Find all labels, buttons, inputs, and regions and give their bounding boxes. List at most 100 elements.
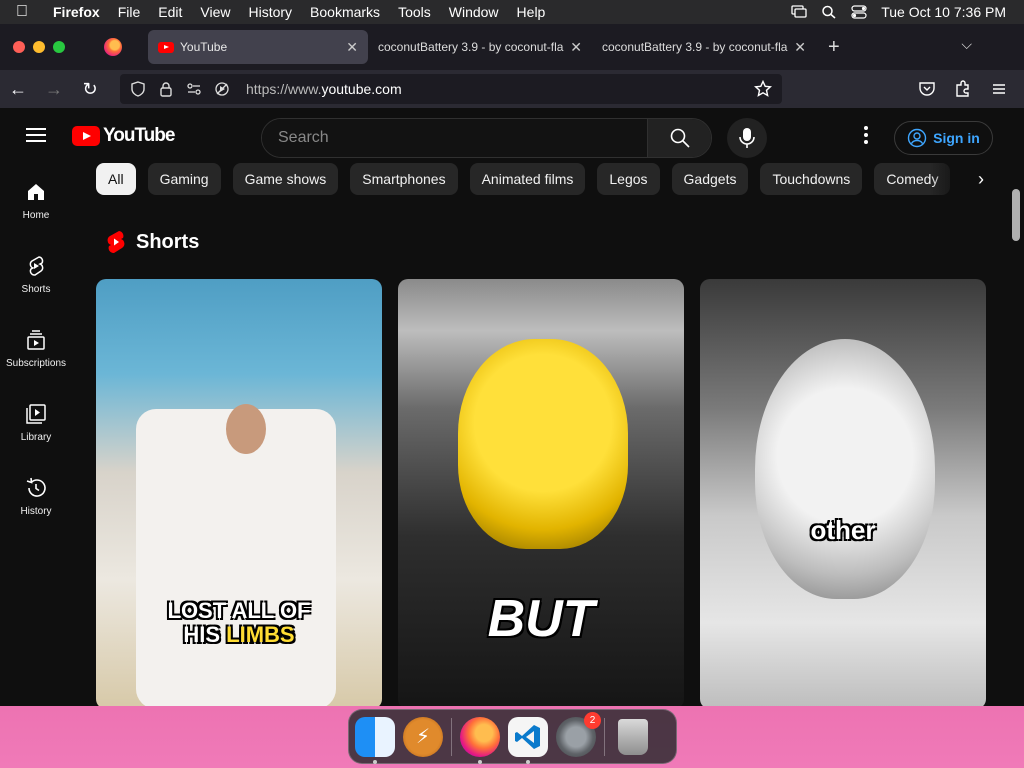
search-icon xyxy=(670,128,690,148)
chip-gaming[interactable]: Gaming xyxy=(147,163,221,195)
guide-item-library[interactable]: Library xyxy=(0,386,72,460)
address-bar[interactable]: https://www.youtube.com xyxy=(120,74,782,104)
guide-item-home[interactable]: Home xyxy=(0,164,72,238)
menu-bookmarks[interactable]: Bookmarks xyxy=(301,4,389,20)
tab-title: YouTube xyxy=(180,40,228,54)
menu-file[interactable]: File xyxy=(109,4,150,20)
tab-youtube[interactable]: YouTube ✕ xyxy=(148,30,368,64)
forward-button[interactable]: → xyxy=(36,79,72,100)
overlay-highlight-word: LIMBS xyxy=(226,622,295,647)
screen-mirroring-icon[interactable] xyxy=(791,5,807,19)
menu-app-name[interactable]: Firefox xyxy=(44,4,109,20)
short-thumbnail-1[interactable]: LOST ALL OF HIS LIMBS xyxy=(96,279,382,706)
overlay-word: HIS xyxy=(183,622,227,647)
short-thumbnail-3[interactable]: other xyxy=(700,279,986,706)
close-tab-icon[interactable]: ✕ xyxy=(570,39,582,56)
menubar-status: Tue Oct 10 7:36 PM xyxy=(791,4,1024,20)
shorts-icon xyxy=(29,256,44,276)
short-overlay-text: LOST ALL OF HIS LIMBS xyxy=(96,599,382,647)
menu-view[interactable]: View xyxy=(191,4,239,20)
sign-in-button[interactable]: Sign in xyxy=(894,121,993,155)
search-input[interactable] xyxy=(262,119,647,157)
chip-all[interactable]: All xyxy=(96,163,136,195)
shorts-logo-icon xyxy=(107,231,125,254)
firefox-window: YouTube ✕ coconutBattery 3.9 - by coconu… xyxy=(0,24,1024,706)
hamburger-menu-icon[interactable] xyxy=(990,80,1008,98)
menu-window[interactable]: Window xyxy=(440,4,508,20)
chip-touchdowns[interactable]: Touchdowns xyxy=(760,163,863,195)
history-icon xyxy=(26,477,46,497)
dock-reeder-icon[interactable]: ⚡ xyxy=(403,716,443,757)
chip-legos[interactable]: Legos xyxy=(597,163,660,195)
running-indicator xyxy=(478,759,482,764)
dock-firefox-icon[interactable] xyxy=(460,716,500,764)
url-text: https://www.youtube.com xyxy=(246,81,402,97)
subscriptions-icon xyxy=(27,330,45,350)
category-chips: All Gaming Game shows Smartphones Animat… xyxy=(96,163,996,195)
shorts-shelf-title: Shorts xyxy=(136,230,200,253)
menubar-clock[interactable]: Tue Oct 10 7:36 PM xyxy=(881,4,1006,20)
menu-tools[interactable]: Tools xyxy=(389,4,440,20)
spotlight-search-icon[interactable] xyxy=(821,5,837,19)
guide-menu-icon[interactable] xyxy=(26,128,46,142)
menu-edit[interactable]: Edit xyxy=(149,4,191,20)
youtube-page: YouTube Sign in Home xyxy=(0,108,1024,706)
chip-smartphones[interactable]: Smartphones xyxy=(350,163,458,195)
microphone-icon xyxy=(739,128,755,148)
tab-title: coconutBattery 3.9 - by coconut-fla xyxy=(602,40,788,54)
new-tab-button[interactable]: + xyxy=(828,36,840,59)
tracking-protection-shield-icon[interactable] xyxy=(130,81,146,97)
lightning-icon: ⚡ xyxy=(415,726,431,748)
permissions-icon[interactable] xyxy=(186,81,202,97)
bookmark-star-icon[interactable] xyxy=(754,80,772,98)
search-button[interactable] xyxy=(647,119,711,157)
youtube-play-logo-icon xyxy=(72,126,100,146)
firefox-icon xyxy=(104,38,122,56)
short-overlay-text: other xyxy=(810,515,876,545)
chip-game-shows[interactable]: Game shows xyxy=(232,163,339,195)
thumbnail-scene xyxy=(136,409,336,706)
window-controls xyxy=(0,41,78,53)
settings-more-icon[interactable] xyxy=(856,126,876,146)
pinned-tab-firefox[interactable] xyxy=(78,38,148,56)
tab-coconutbattery-1[interactable]: coconutBattery 3.9 - by coconut-fla ✕ xyxy=(368,30,592,64)
guide-item-shorts[interactable]: Shorts xyxy=(0,238,72,312)
navigation-toolbar: ← → ↻ https://www.youtube.com xyxy=(0,70,1024,108)
apple-menu-icon[interactable]:  xyxy=(0,3,44,21)
dock-finder-icon[interactable] xyxy=(355,716,395,764)
list-all-tabs-chevron-down-icon[interactable]: ⌵ xyxy=(961,36,972,53)
chips-next-chevron-right-icon[interactable]: › xyxy=(966,163,996,195)
tab-title: coconutBattery 3.9 - by coconut-fla xyxy=(378,40,564,54)
overlay-line: LOST ALL OF xyxy=(167,598,311,623)
pocket-icon[interactable] xyxy=(918,80,936,98)
mini-guide: Home Shorts Subscriptions Library Histor… xyxy=(0,164,72,534)
reload-button[interactable]: ↻ xyxy=(72,79,108,100)
back-button[interactable]: ← xyxy=(0,79,36,100)
menu-history[interactable]: History xyxy=(239,4,301,20)
chip-animated-films[interactable]: Animated films xyxy=(469,163,586,195)
guide-item-subscriptions[interactable]: Subscriptions xyxy=(0,312,72,386)
dock-vscode-icon[interactable] xyxy=(508,716,548,764)
dock-trash-icon[interactable] xyxy=(613,717,653,757)
close-tab-icon[interactable]: ✕ xyxy=(346,39,358,56)
autoplay-blocked-icon[interactable] xyxy=(214,81,230,97)
extensions-puzzle-icon[interactable] xyxy=(954,80,972,98)
chip-gadgets[interactable]: Gadgets xyxy=(671,163,749,195)
short-thumbnail-2[interactable]: BUT xyxy=(398,279,684,706)
lock-icon[interactable] xyxy=(158,81,174,97)
app-menu: Firefox File Edit View History Bookmarks… xyxy=(44,4,554,20)
sign-in-label: Sign in xyxy=(933,130,980,146)
close-window-button[interactable] xyxy=(13,41,25,53)
youtube-logo[interactable]: YouTube xyxy=(72,125,175,147)
tab-coconutbattery-2[interactable]: coconutBattery 3.9 - by coconut-fla ✕ xyxy=(592,30,816,64)
dock-system-settings-icon[interactable]: 2 xyxy=(556,711,601,757)
menu-help[interactable]: Help xyxy=(508,4,555,20)
page-scrollbar-thumb[interactable] xyxy=(1012,189,1020,241)
guide-item-history[interactable]: History xyxy=(0,460,72,534)
close-tab-icon[interactable]: ✕ xyxy=(794,39,806,56)
control-center-icon[interactable] xyxy=(851,5,867,19)
voice-search-button[interactable] xyxy=(727,118,767,158)
minimize-window-button[interactable] xyxy=(33,41,45,53)
running-indicator xyxy=(373,759,377,764)
fullscreen-window-button[interactable] xyxy=(53,41,65,53)
